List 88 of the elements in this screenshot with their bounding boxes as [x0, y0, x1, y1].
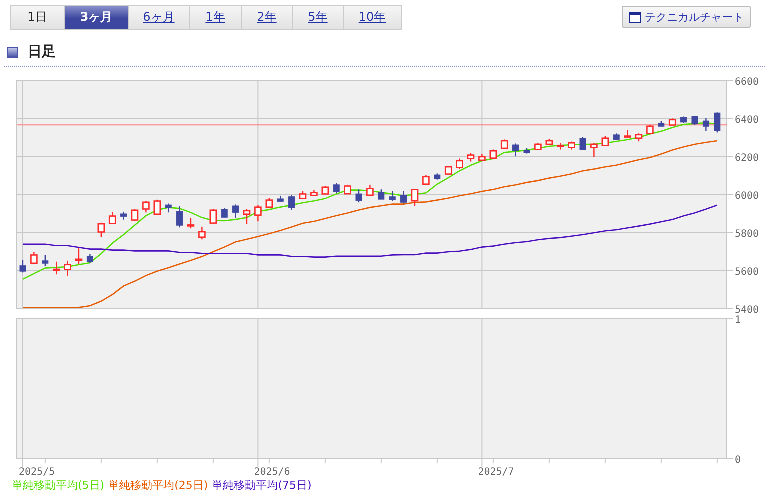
candlestick: [702, 118, 710, 131]
candlestick: [277, 196, 284, 202]
period-tab[interactable]: 3ヶ月: [64, 6, 128, 29]
candlestick: [467, 153, 475, 162]
section-title: 日足: [28, 43, 56, 61]
candlestick: [299, 191, 307, 200]
candlestick: [389, 191, 396, 202]
candlestick: [580, 137, 586, 150]
candlestick: [30, 252, 38, 264]
candlestick: [714, 112, 721, 133]
candlestick: [434, 174, 441, 180]
candlestick: [254, 205, 262, 222]
square-bullet-icon: [7, 46, 18, 58]
candlestick: [613, 134, 620, 140]
candlestick: [490, 150, 498, 160]
candlestick: [98, 222, 106, 237]
candlestick: [512, 144, 520, 157]
period-tab[interactable]: 10年: [343, 6, 401, 29]
legend-label: 単純移動平均(75日): [212, 479, 312, 493]
candlestick: [333, 183, 340, 194]
candlestick: [64, 260, 72, 276]
legend-label: 単純移動平均(5日): [12, 479, 105, 493]
y-axis-label: 5600: [735, 267, 760, 278]
candlestick: [411, 189, 419, 206]
technical-chart-button[interactable]: テクニカルチャート: [622, 6, 751, 28]
period-tab[interactable]: 6ヶ月: [128, 6, 189, 29]
y-axis-label: 6600: [735, 77, 760, 88]
legend-label: 単純移動平均(25日): [108, 479, 208, 493]
candlestick: [142, 201, 150, 213]
y-axis-label: 5800: [735, 229, 760, 240]
axis-label: 0: [735, 455, 742, 466]
candlestick: [75, 248, 83, 265]
candlestick: [658, 121, 665, 127]
candlestick: [131, 209, 139, 222]
candlestick: [20, 260, 26, 273]
candlestick: [198, 226, 206, 240]
candlestick: [366, 184, 374, 196]
y-axis-label: 6200: [735, 153, 760, 164]
candlestick: [422, 175, 430, 186]
candlestick: [646, 125, 654, 134]
candlestick: [400, 191, 408, 204]
candlestick: [243, 209, 251, 224]
candlestick: [590, 143, 598, 157]
candlestick: [221, 208, 228, 218]
candlestick: [478, 154, 486, 162]
y-axis-label: 5400: [735, 305, 760, 313]
period-tab[interactable]: 5年: [292, 6, 343, 29]
date-label: 2025/7: [478, 467, 514, 478]
candlestick: [165, 204, 172, 213]
candlestick: [378, 190, 385, 200]
candlestick: [568, 142, 576, 150]
candlestick: [52, 262, 60, 275]
candlestick: [187, 218, 195, 229]
candlestick: [232, 204, 240, 218]
candlestick: [356, 190, 362, 203]
candlestick: [635, 134, 643, 142]
candlestick: [680, 116, 688, 123]
candlestick: [86, 254, 94, 264]
candlestick: [556, 143, 564, 150]
candlestick: [344, 184, 352, 195]
period-tab[interactable]: 1年: [189, 6, 241, 29]
candlestick: [692, 116, 698, 126]
y-axis-label: 6000: [735, 191, 760, 202]
candlestick: [668, 118, 676, 126]
candlestick: [210, 209, 218, 224]
candlestick: [176, 206, 184, 228]
candlestick: [120, 212, 128, 220]
date-label: 2025/6: [254, 467, 290, 478]
candlestick: [322, 186, 330, 195]
candlestick: [288, 195, 296, 210]
candlestick: [602, 136, 610, 146]
date-label: 2025/5: [19, 467, 56, 478]
candlestick: [524, 148, 530, 154]
y-axis-label: 6400: [735, 115, 760, 126]
candlestick: [500, 140, 508, 150]
candlestick: [108, 212, 116, 224]
candlestick: [266, 198, 274, 208]
candlestick: [444, 166, 452, 175]
candlestick: [624, 130, 632, 138]
candlestick: [546, 138, 554, 146]
candlestick: [42, 255, 49, 266]
candlestick: [534, 143, 542, 150]
candlestick: [456, 158, 464, 170]
candlestick: [310, 190, 318, 196]
window-icon: [629, 12, 641, 22]
period-tab[interactable]: 2年: [241, 6, 292, 29]
candlestick: [154, 200, 162, 216]
axis-label: 1: [735, 315, 742, 326]
